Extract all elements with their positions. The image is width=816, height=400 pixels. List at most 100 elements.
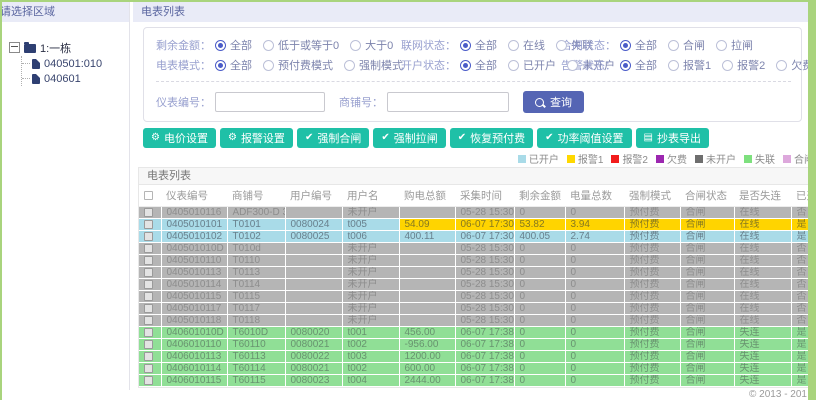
radio-icon[interactable] (344, 59, 355, 71)
select-all-checkbox[interactable] (144, 191, 153, 201)
tree-item-label: 040501:010 (44, 57, 103, 70)
sidebar-title: 请选择区域 (2, 6, 55, 18)
row-checkbox[interactable] (144, 351, 153, 361)
cell: 05-28 15:30:00 (455, 302, 515, 315)
cell: 在线 (734, 218, 792, 231)
alarm-status-filter: 告警状态： 全部 报警1 报警2 欠费 (561, 57, 816, 73)
cell: 05-28 15:30:00 (455, 290, 515, 303)
cell: 未开户 (342, 206, 400, 219)
radio-option[interactable]: 在线 (508, 37, 545, 53)
balance-filter: 剩余金额： 全部 低于或等于0 大于0 (156, 37, 401, 53)
row-checkbox[interactable] (144, 207, 153, 217)
radio-icon[interactable] (508, 39, 519, 51)
radio-option[interactable]: 拉闸 (716, 37, 753, 53)
row-select-cell (139, 206, 162, 219)
radio-icon[interactable] (556, 39, 567, 51)
radio-option[interactable]: 报警1 (668, 57, 711, 73)
radio-icon[interactable] (722, 59, 734, 71)
radio-icon[interactable] (716, 39, 727, 51)
radio-option[interactable]: 大于0 (350, 37, 393, 53)
radio-icon[interactable] (668, 39, 679, 51)
cell: 0 (565, 314, 625, 327)
radio-icon[interactable] (350, 39, 362, 51)
row-checkbox[interactable] (144, 327, 153, 337)
row-checkbox[interactable] (144, 303, 153, 313)
cell (285, 242, 343, 255)
radio-icon[interactable] (215, 39, 226, 51)
table-row: 0406010114 T60114 0080021 t002 600.00 06-07 1… (139, 362, 816, 375)
row-checkbox[interactable] (144, 363, 153, 373)
shop-number-input[interactable] (387, 92, 509, 112)
meter-export-button[interactable]: ▤ 抄表导出 (635, 128, 709, 148)
row-checkbox[interactable] (144, 315, 153, 325)
radio-icon[interactable] (263, 39, 274, 51)
cell: 在线 (734, 242, 792, 255)
radio-option[interactable]: 全部 (215, 37, 252, 53)
row-checkbox[interactable] (144, 291, 153, 301)
radio-icon[interactable] (508, 59, 519, 71)
radio-icon[interactable] (567, 59, 578, 71)
region-tree: 1:一栋 040501:010 040601 (2, 22, 129, 86)
filter-label: 开户状态： (401, 60, 456, 72)
radio-option[interactable]: 报警2 (722, 57, 765, 73)
action-label: 报警设置 (240, 133, 285, 145)
radio-option[interactable]: 全部 (620, 57, 657, 73)
radio-option[interactable]: 全部 (215, 57, 252, 73)
cell: 在线 (734, 290, 792, 303)
radio-option[interactable]: 已开户 (508, 57, 556, 73)
radio-label: 合闸 (683, 40, 705, 52)
row-checkbox[interactable] (144, 339, 153, 349)
alarm-settings-button[interactable]: ⚙ 报警设置 (219, 128, 293, 148)
row-checkbox[interactable] (144, 267, 153, 277)
radio-icon[interactable] (460, 39, 471, 51)
cell: ADF300-D 3 (227, 206, 286, 219)
radio-icon[interactable] (215, 59, 226, 71)
radio-option[interactable]: 全部 (460, 37, 497, 53)
row-select-cell (139, 302, 162, 315)
row-checkbox[interactable] (144, 219, 153, 229)
row-checkbox[interactable] (144, 279, 153, 289)
radio-option[interactable]: 低于或等于0 (263, 37, 339, 53)
radio-option[interactable]: 预付费模式 (263, 57, 333, 73)
restore-prepaid-button[interactable]: ✔ 恢复预付费 (449, 128, 534, 148)
row-checkbox[interactable] (144, 375, 153, 385)
price-settings-button[interactable]: ⚙ 电价设置 (143, 128, 216, 148)
force-open-button[interactable]: ✔ 强制拉闸 (373, 128, 446, 148)
radio-icon[interactable] (620, 59, 631, 71)
radio-option[interactable]: 合闸 (668, 37, 705, 53)
force-close-button[interactable]: ✔ 强制合闸 (296, 128, 370, 148)
radio-label: 已开户 (523, 60, 556, 72)
meter-number-label: 仪表编号： (156, 97, 211, 109)
query-button[interactable]: 查询 (523, 91, 584, 113)
power-threshold-button[interactable]: ✔ 功率阈值设置 (537, 128, 632, 148)
table-row: 0405010101 T0101 0080024 t005 54.09 06-07 17:… (139, 218, 816, 231)
radio-icon[interactable] (620, 39, 631, 51)
tree-item[interactable]: 040501:010 (22, 56, 129, 71)
meter-number-input[interactable] (215, 92, 325, 112)
cell: 400.11 (399, 230, 456, 243)
collapse-icon[interactable] (9, 42, 20, 53)
radio-icon[interactable] (668, 59, 679, 71)
tree-item[interactable]: 040601 (22, 71, 129, 86)
table-row: 0405010102 T0102 0080025 t006 400.11 06-07 17… (139, 230, 816, 243)
radio-option[interactable]: 全部 (460, 57, 497, 73)
row-checkbox[interactable] (144, 231, 153, 241)
radio-option[interactable]: 全部 (620, 37, 657, 53)
table-row: 0406010110 T60110 0080021 t002 -956.00 06-07 … (139, 338, 816, 351)
filter-row: 剩余金额： 全部 低于或等于0 大于0 联网状态： 全部 在线 失联 合闸状态： 全部 合闸 拉闸 (156, 35, 791, 55)
panel-content: 剩余金额： 全部 低于或等于0 大于0 联网状态： 全部 在线 失联 合闸状态： 全部 合闸 拉闸 电表… (133, 22, 816, 388)
row-checkbox[interactable] (144, 243, 153, 253)
radio-icon[interactable] (263, 59, 274, 71)
column-header: 电量总数 (565, 185, 624, 207)
row-checkbox[interactable] (144, 255, 153, 265)
tree-root-node[interactable]: 1:一栋 (9, 40, 129, 55)
gear-icon: ⚙ (227, 132, 237, 143)
cell: 合闸 (680, 278, 735, 291)
legend-alarm1: 报警1 (566, 151, 603, 166)
radio-icon[interactable] (460, 59, 471, 71)
folder-icon (24, 42, 36, 53)
radio-option[interactable]: 强制模式 (344, 57, 403, 73)
cell: T0101 (227, 218, 286, 231)
radio-icon[interactable] (776, 59, 788, 71)
cell: 040601010D (161, 326, 228, 339)
